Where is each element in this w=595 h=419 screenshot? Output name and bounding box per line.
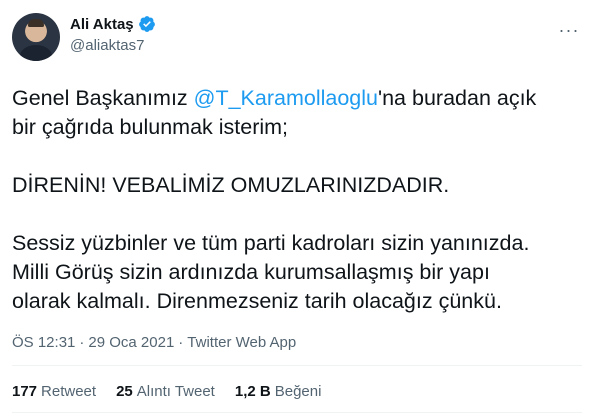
retweets-count: 177 <box>12 383 38 400</box>
tweet-date[interactable]: 29 Oca 2021 <box>88 334 174 351</box>
tweet-text-part: Genel Başkanımız <box>12 86 194 110</box>
tweet-card: Ali Aktaş @aliaktas7 ··· Genel Başkanımı… <box>0 0 595 419</box>
meta-separator: · <box>79 334 85 351</box>
tweet-source[interactable]: Twitter Web App <box>187 334 296 351</box>
author-name[interactable]: Ali Aktaş <box>70 16 134 33</box>
more-options-button[interactable]: ··· <box>552 20 586 40</box>
divider <box>12 365 582 366</box>
quotes-stat[interactable]: 25 Alıntı Tweet <box>116 383 215 400</box>
tweet-stats: 177 Retweet 25 Alıntı Tweet 1,2 B Beğeni <box>12 383 341 400</box>
verified-badge-icon <box>138 15 156 33</box>
mention-link[interactable]: @T_Karamollaoglu <box>194 86 378 110</box>
author-name-row: Ali Aktaş <box>70 15 156 33</box>
divider <box>12 412 582 413</box>
likes-count: 1,2 B <box>234 383 271 400</box>
likes-label: Beğeni <box>274 383 322 400</box>
avatar[interactable] <box>12 13 60 61</box>
meta-separator: · <box>178 334 184 351</box>
ellipsis-icon: ··· <box>558 19 580 40</box>
retweets-label: Retweet <box>41 383 97 400</box>
tweet-meta: ÖS 12:31 · 29 Oca 2021 · Twitter Web App <box>12 334 296 351</box>
retweets-stat[interactable]: 177 Retweet <box>12 383 96 400</box>
likes-stat[interactable]: 1,2 B Beğeni <box>235 383 322 400</box>
quotes-label: Alıntı Tweet <box>136 383 215 400</box>
tweet-text-part: 'na buradan açık bir çağrıda bulunmak is… <box>12 86 537 313</box>
quotes-count: 25 <box>116 383 133 400</box>
tweet-time[interactable]: ÖS 12:31 <box>12 334 75 351</box>
tweet-text: Genel Başkanımız @T_Karamollaoglu'na bur… <box>12 84 582 316</box>
author-handle[interactable]: @aliaktas7 <box>70 37 144 54</box>
